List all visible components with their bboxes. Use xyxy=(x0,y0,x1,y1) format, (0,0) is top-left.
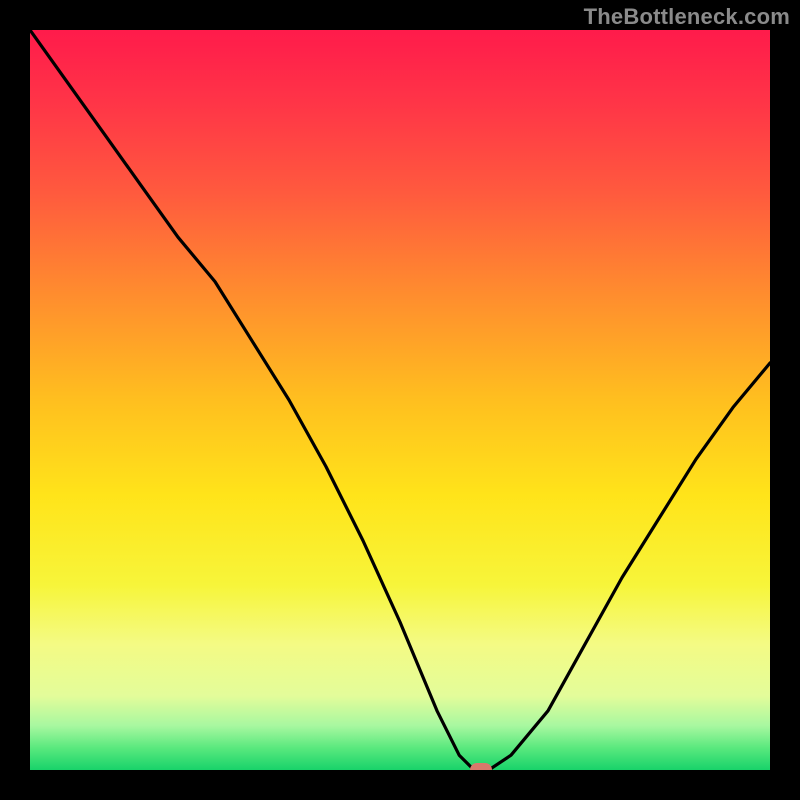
optimal-point-marker xyxy=(470,763,492,770)
plot-area xyxy=(30,30,770,770)
watermark-text: TheBottleneck.com xyxy=(584,4,790,30)
bottleneck-curve xyxy=(30,30,770,770)
chart-frame: TheBottleneck.com xyxy=(0,0,800,800)
